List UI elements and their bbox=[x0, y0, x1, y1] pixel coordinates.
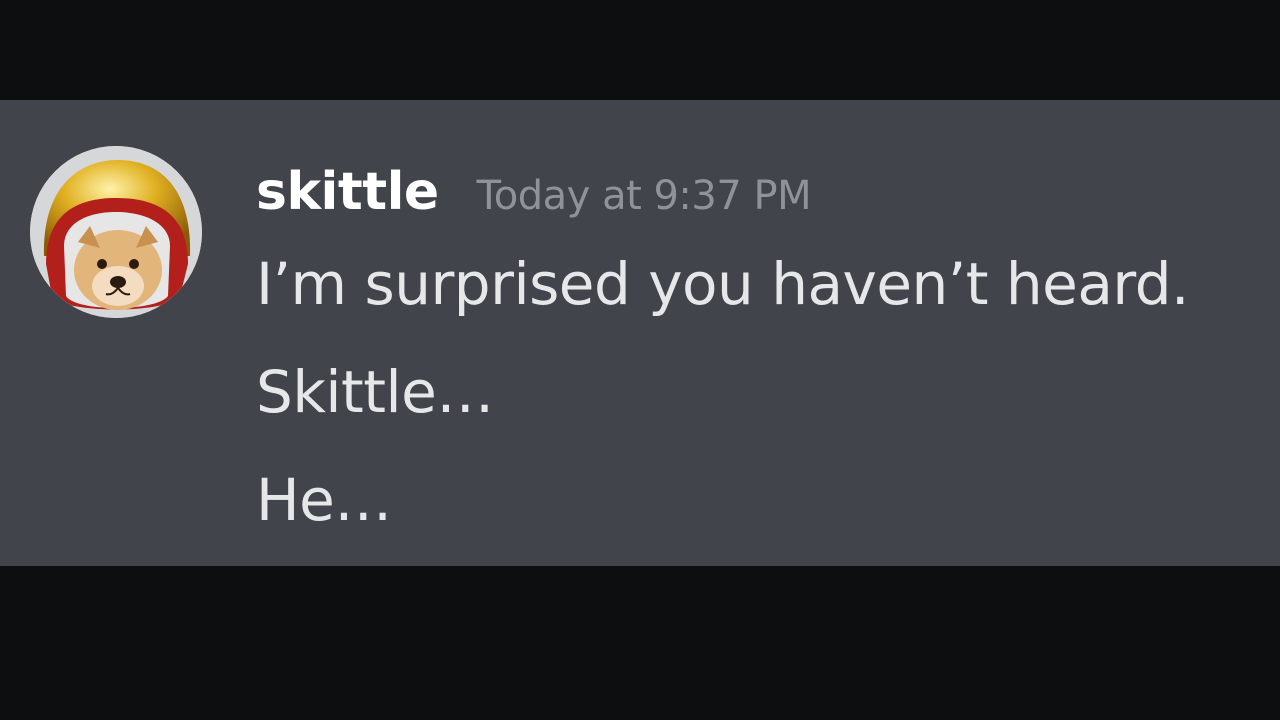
dog-in-helmet-icon bbox=[30, 146, 202, 318]
chat-message: skittle Today at 9:37 PM I’m surprised y… bbox=[0, 100, 1280, 566]
letterbox-bottom bbox=[0, 566, 1280, 720]
message-header: skittle Today at 9:37 PM bbox=[256, 162, 812, 222]
timestamp[interactable]: Today at 9:37 PM bbox=[477, 173, 812, 219]
message-line: I’m surprised you haven’t heard. bbox=[256, 250, 1190, 318]
letterbox-top bbox=[0, 0, 1280, 100]
message-line: Skittle… bbox=[256, 358, 494, 426]
username[interactable]: skittle bbox=[256, 162, 439, 222]
message-line: He… bbox=[256, 466, 392, 534]
avatar[interactable] bbox=[30, 146, 202, 318]
